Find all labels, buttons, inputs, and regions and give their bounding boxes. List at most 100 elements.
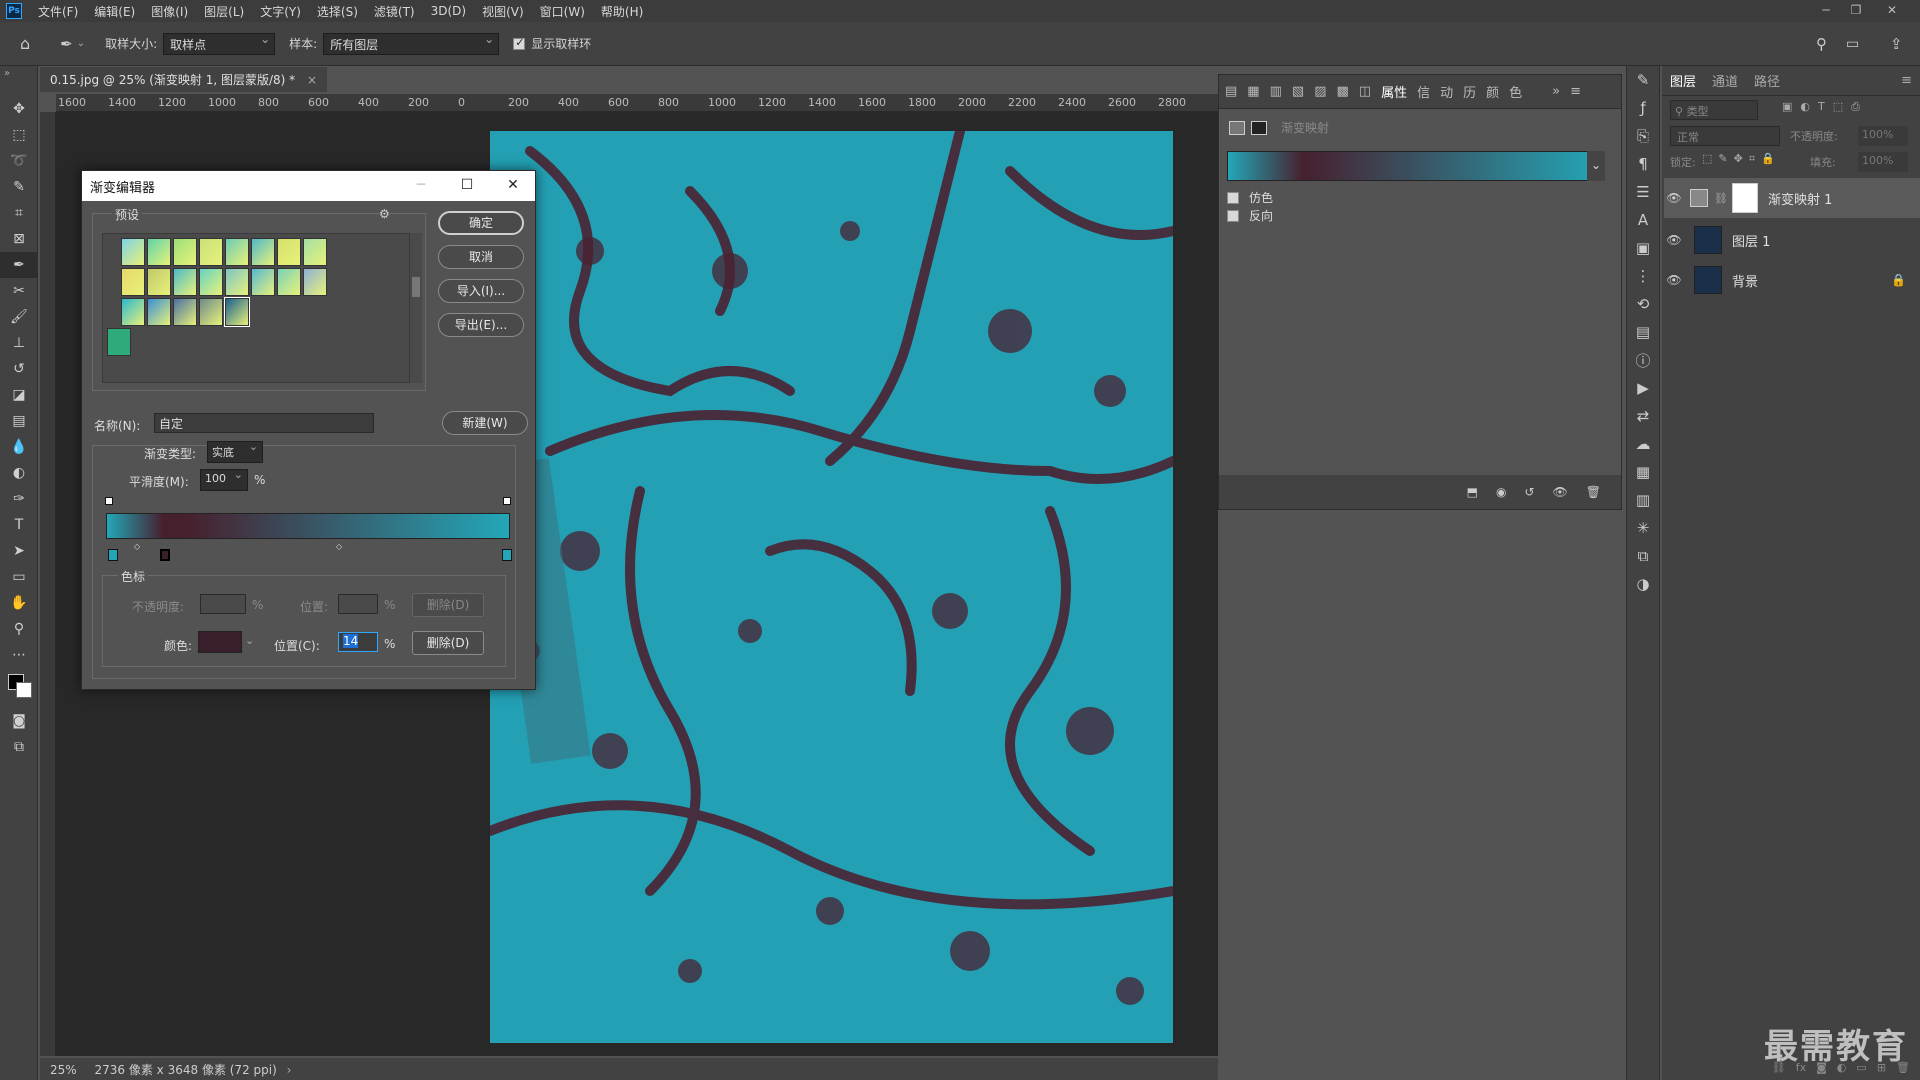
menu-type[interactable]: 文字(Y) [252,3,309,20]
menu-edit[interactable]: 编辑(E) [86,3,143,20]
preset-swatch[interactable] [251,238,275,266]
properties-icon[interactable]: ▤ [1627,318,1659,346]
menu-help[interactable]: 帮助(H) [593,3,651,20]
filter-icons[interactable]: ▣◐T⬚⎙ [1782,100,1868,114]
layer-mask-thumb[interactable] [1731,183,1758,213]
more-tools-icon[interactable]: ⋯ [0,642,38,668]
lock-icons[interactable]: ⬚✎✥⌗🔒 [1702,152,1781,166]
home-icon[interactable]: ⌂ [20,34,30,53]
quick-select-tool-icon[interactable]: ✎ [0,174,38,200]
visibility-icon[interactable]: 👁 [1553,485,1568,499]
menu-filter[interactable]: 滤镜(T) [366,3,423,20]
close-tab-icon[interactable]: × [307,73,317,87]
character-icon[interactable]: A [1627,206,1659,234]
3d-icon[interactable]: ☁ [1627,430,1659,458]
preset-swatch[interactable] [147,298,171,326]
restore-icon[interactable]: ❐ [1842,0,1870,22]
document-tab[interactable]: 0.15.jpg @ 25% (渐变映射 1, 图层蒙版/8) * × [40,66,328,92]
gradient-map-preview[interactable] [1227,151,1605,181]
document-image[interactable] [490,131,1173,1043]
eye-icon[interactable]: 👁 [1664,233,1684,247]
tab-color[interactable]: 颜 [1486,82,1499,101]
gradient-dropdown-icon[interactable]: ⌄ [1587,151,1605,181]
opacity-input[interactable]: 100% [1858,126,1908,146]
info-icon[interactable]: ⓘ [1627,346,1659,374]
pen-tool-icon[interactable]: ✑ [0,486,38,512]
ok-button[interactable]: 确定 [438,211,524,235]
zoom-level[interactable]: 25% [50,1063,77,1077]
panel-icon-shape[interactable]: ◫ [1359,84,1371,99]
menu-image[interactable]: 图像(I) [143,3,196,20]
dialog-titlebar[interactable]: 渐变编辑器 ─ ☐ ✕ [82,171,535,201]
tab-paths[interactable]: 路径 [1754,71,1780,90]
presets-scrollbar[interactable] [410,233,422,383]
menu-file[interactable]: 文件(F) [30,3,86,20]
preset-swatch[interactable] [173,238,197,266]
tab-history[interactable]: 历 [1463,82,1476,101]
smoothness-select[interactable]: 100 [200,468,248,491]
search-icon[interactable]: ⚲ [1816,35,1827,53]
menu-layer[interactable]: 图层(L) [196,3,252,20]
clone-source-icon[interactable]: ⎘ [1627,122,1659,150]
preset-swatch[interactable] [173,298,197,326]
new-button[interactable]: 新建(W) [442,411,528,435]
tab-actions[interactable]: 动 [1440,82,1453,101]
preset-swatch[interactable] [121,238,145,266]
preset-swatch[interactable] [225,268,249,296]
workspace-icon[interactable]: ▭ [1846,36,1859,52]
view-previous-icon[interactable]: ◉ [1496,485,1506,499]
eyedropper-icon[interactable]: ✒ [60,35,73,53]
preset-swatch[interactable] [199,238,223,266]
gradient-type-select[interactable]: 实底 [207,440,263,463]
stop-position-input[interactable]: 14 [338,632,378,652]
preset-swatch[interactable] [303,238,327,266]
eye-icon[interactable]: 👁 [1664,191,1684,205]
eraser-tool-icon[interactable]: ◪ [0,382,38,408]
preset-swatch[interactable] [277,238,301,266]
gradient-tool-icon[interactable]: ▤ [0,408,38,434]
presets-grid[interactable] [102,233,410,383]
history-icon[interactable]: ⟲ [1627,290,1659,318]
paragraph-icon[interactable]: ¶ [1627,150,1659,178]
panel-icon-histogram[interactable]: ▤ [1225,84,1237,99]
menu-select[interactable]: 选择(S) [309,3,366,20]
background-color[interactable] [16,682,32,698]
crop-tool-icon[interactable]: ⌗ [0,200,38,226]
delete-icon[interactable]: 🗑 [1586,485,1601,499]
preset-swatch[interactable] [277,268,301,296]
show-ring-checkbox[interactable] [513,36,526,50]
panel-icon-styles[interactable]: ▦ [1247,84,1259,99]
move-tool-icon[interactable]: ✥ [0,96,38,122]
layers-menu-icon[interactable]: ≡ [1901,73,1912,88]
hand-tool-icon[interactable]: ✋ [0,590,38,616]
menu-3d[interactable]: 3D(D) [423,4,474,18]
mask-icon[interactable] [1251,120,1267,135]
minimize-icon[interactable]: ─ [1812,0,1840,22]
zoom-tool-icon[interactable]: ⚲ [0,616,38,642]
panel-icon-adjust[interactable]: ▧ [1292,84,1304,99]
layer-row[interactable]: 👁 ⛓ 渐变映射 1 [1664,178,1920,218]
sample-select[interactable]: 所有图层 [323,32,500,55]
history-brush-tool-icon[interactable]: ↺ [0,356,38,382]
expand-icon[interactable]: » [1552,84,1560,99]
gradient-bar[interactable] [106,513,510,539]
color-stop-selected[interactable] [160,549,170,561]
screen-mode-icon[interactable]: ⧉ [0,734,38,760]
presets-gear-icon[interactable]: ⚙ [379,207,390,221]
delete-color-stop-button[interactable]: 删除(D) [412,631,484,655]
lasso-tool-icon[interactable]: ➰ [0,148,38,174]
tab-channels[interactable]: 通道 [1712,71,1738,90]
table-icon[interactable]: ▦ [1627,458,1659,486]
color-swatches[interactable] [0,668,37,708]
rectangle-tool-icon[interactable]: ▭ [0,564,38,590]
preset-swatch[interactable] [224,297,250,327]
color-stop[interactable] [502,549,512,561]
timeline-icon[interactable]: ⇄ [1627,402,1659,430]
stop-color-swatch[interactable] [198,631,242,653]
tab-info[interactable]: 信 [1417,82,1430,101]
photoshop-logo[interactable]: Ps [6,3,22,19]
chevron-down-icon[interactable]: ⌄ [77,38,85,49]
adjustments-icon[interactable]: ☰ [1627,178,1659,206]
healing-tool-icon[interactable]: ✂ [0,278,38,304]
menu-window[interactable]: 窗口(W) [532,3,593,20]
